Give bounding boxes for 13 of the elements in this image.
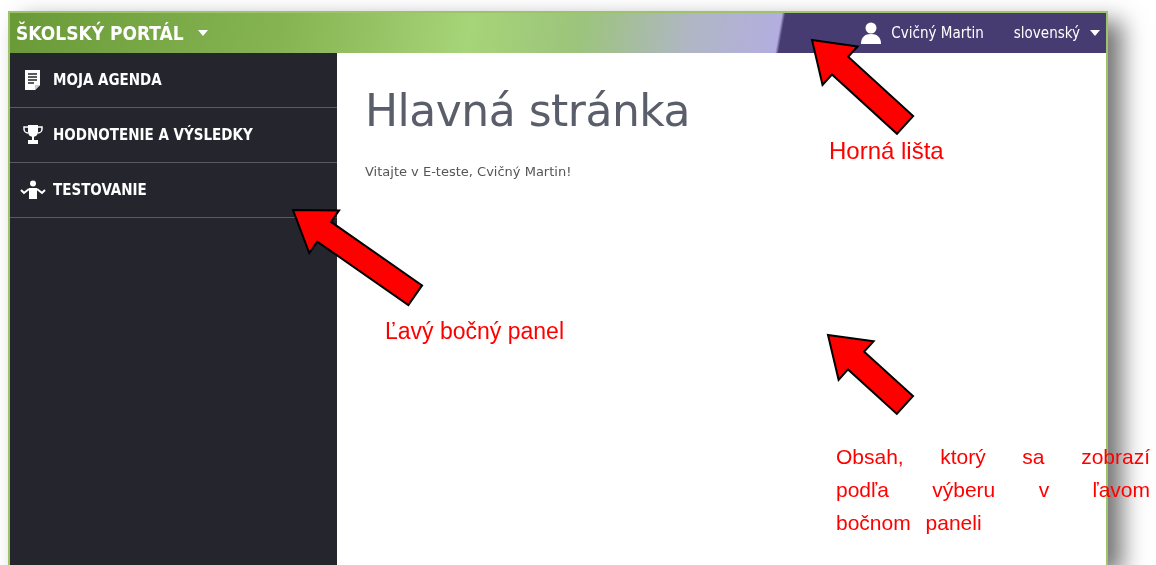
sidebar-item[interactable]: MOJA AGENDA	[10, 53, 337, 108]
document-icon	[23, 69, 43, 91]
person-icon	[20, 180, 46, 200]
welcome-text: Vitajte v E-teste, Cvičný Martin!	[365, 164, 573, 179]
caret-icon[interactable]	[1090, 30, 1100, 36]
page-heading: Hlavná stránka	[365, 85, 690, 136]
annotation-label: Ľavý bočný panel	[385, 318, 564, 345]
sidebar-item[interactable]: HODNOTENIE A VÝSLEDKY	[10, 108, 337, 163]
language-selector[interactable]: slovenský	[1013, 24, 1080, 42]
user-name[interactable]: Cvičný Martin	[891, 24, 984, 42]
trophy-icon	[22, 124, 44, 146]
user-icon	[861, 22, 882, 44]
annotation-label: Horná lišta	[829, 137, 944, 165]
